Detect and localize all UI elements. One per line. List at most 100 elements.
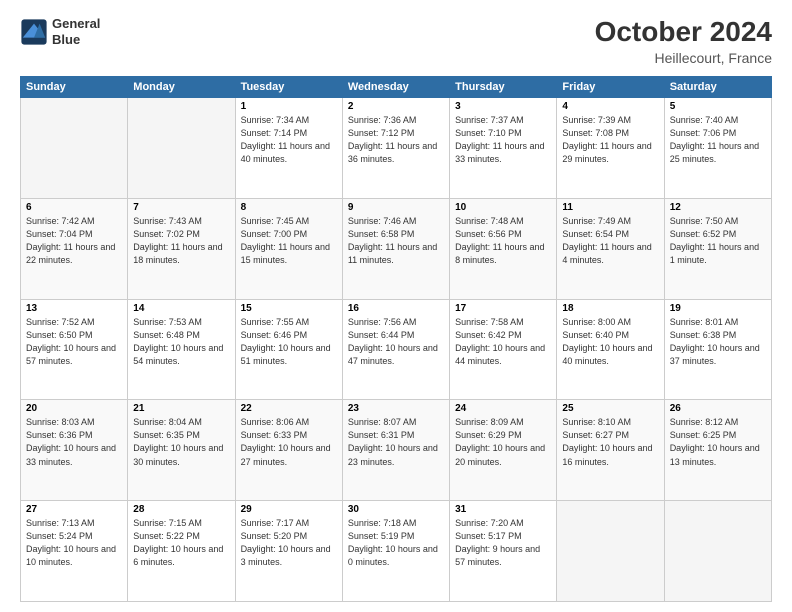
- week-row-1: 1 Sunrise: 7:34 AMSunset: 7:14 PMDaylight…: [21, 98, 772, 199]
- day-info: Sunrise: 8:00 AMSunset: 6:40 PMDaylight:…: [562, 316, 658, 368]
- logo-text: General Blue: [52, 16, 100, 47]
- day-info: Sunrise: 7:36 AMSunset: 7:12 PMDaylight:…: [348, 114, 444, 166]
- title-area: October 2024 Heillecourt, France: [595, 16, 772, 66]
- week-row-3: 13 Sunrise: 7:52 AMSunset: 6:50 PMDayligh…: [21, 299, 772, 400]
- day-info: Sunrise: 7:53 AMSunset: 6:48 PMDaylight:…: [133, 316, 229, 368]
- day-info: Sunrise: 7:34 AMSunset: 7:14 PMDaylight:…: [241, 114, 337, 166]
- day-cell: 5Sunrise: 7:40 AMSunset: 7:06 PMDaylight…: [664, 98, 771, 199]
- header-wednesday: Wednesday: [342, 77, 449, 98]
- logo-line1: General: [52, 16, 100, 32]
- day-info: Sunrise: 7:13 AMSunset: 5:24 PMDaylight:…: [26, 517, 122, 569]
- day-number: 15: [241, 303, 337, 314]
- header: General Blue October 2024 Heillecourt, F…: [20, 16, 772, 66]
- day-info: Sunrise: 7:45 AMSunset: 7:00 PMDaylight:…: [241, 215, 337, 267]
- day-info: Sunrise: 7:46 AMSunset: 6:58 PMDaylight:…: [348, 215, 444, 267]
- day-info: Sunrise: 8:01 AMSunset: 6:38 PMDaylight:…: [670, 316, 766, 368]
- day-number: 6: [26, 202, 122, 213]
- day-cell: 8Sunrise: 7:45 AMSunset: 7:00 PMDaylight…: [235, 198, 342, 299]
- day-cell: 9Sunrise: 7:46 AMSunset: 6:58 PMDaylight…: [342, 198, 449, 299]
- day-cell: 4 Sunrise: 7:39 AMSunset: 7:08 PMDaylight…: [557, 98, 664, 199]
- day-number: 5: [670, 101, 766, 112]
- day-cell: 1 Sunrise: 7:34 AMSunset: 7:14 PMDaylight…: [235, 98, 342, 199]
- week-row-2: 6Sunrise: 7:42 AMSunset: 7:04 PMDaylight…: [21, 198, 772, 299]
- day-info: Sunrise: 7:49 AMSunset: 6:54 PMDaylight:…: [562, 215, 658, 267]
- calendar-header-row: SundayMondayTuesdayWednesdayThursdayFrid…: [21, 77, 772, 98]
- day-cell: 13 Sunrise: 7:52 AMSunset: 6:50 PMDayligh…: [21, 299, 128, 400]
- header-sunday: Sunday: [21, 77, 128, 98]
- day-info: Sunrise: 7:50 AMSunset: 6:52 PMDaylight:…: [670, 215, 766, 267]
- day-cell: 24 Sunrise: 8:09 AMSunset: 6:29 PMDayligh…: [450, 400, 557, 501]
- day-info: Sunrise: 7:43 AMSunset: 7:02 PMDaylight:…: [133, 215, 229, 267]
- day-cell: 15 Sunrise: 7:55 AMSunset: 6:46 PMDayligh…: [235, 299, 342, 400]
- day-number: 31: [455, 504, 551, 515]
- day-cell: 16Sunrise: 7:56 AMSunset: 6:44 PMDayligh…: [342, 299, 449, 400]
- day-info: Sunrise: 7:20 AMSunset: 5:17 PMDaylight:…: [455, 517, 551, 569]
- day-info: Sunrise: 8:12 AMSunset: 6:25 PMDaylight:…: [670, 416, 766, 468]
- day-number: 21: [133, 403, 229, 414]
- day-number: 7: [133, 202, 229, 213]
- day-cell: 7 Sunrise: 7:43 AMSunset: 7:02 PMDaylight…: [128, 198, 235, 299]
- day-cell: 30Sunrise: 7:18 AMSunset: 5:19 PMDayligh…: [342, 501, 449, 602]
- day-number: 1: [241, 101, 337, 112]
- day-cell: 23 Sunrise: 8:07 AMSunset: 6:31 PMDayligh…: [342, 400, 449, 501]
- day-cell: [557, 501, 664, 602]
- day-info: Sunrise: 8:07 AMSunset: 6:31 PMDaylight:…: [348, 416, 444, 468]
- day-number: 11: [562, 202, 658, 213]
- day-info: Sunrise: 7:17 AMSunset: 5:20 PMDaylight:…: [241, 517, 337, 569]
- day-cell: 31 Sunrise: 7:20 AMSunset: 5:17 PMDayligh…: [450, 501, 557, 602]
- day-number: 25: [562, 403, 658, 414]
- day-number: 27: [26, 504, 122, 515]
- day-cell: 10 Sunrise: 7:48 AMSunset: 6:56 PMDayligh…: [450, 198, 557, 299]
- day-number: 10: [455, 202, 551, 213]
- day-cell: [664, 501, 771, 602]
- day-cell: 25 Sunrise: 8:10 AMSunset: 6:27 PMDayligh…: [557, 400, 664, 501]
- day-cell: 21Sunrise: 8:04 AMSunset: 6:35 PMDayligh…: [128, 400, 235, 501]
- day-info: Sunrise: 7:39 AMSunset: 7:08 PMDaylight:…: [562, 114, 658, 166]
- day-cell: 11 Sunrise: 7:49 AMSunset: 6:54 PMDayligh…: [557, 198, 664, 299]
- day-number: 18: [562, 303, 658, 314]
- day-cell: 27 Sunrise: 7:13 AMSunset: 5:24 PMDayligh…: [21, 501, 128, 602]
- day-cell: 26 Sunrise: 8:12 AMSunset: 6:25 PMDayligh…: [664, 400, 771, 501]
- day-cell: 12 Sunrise: 7:50 AMSunset: 6:52 PMDayligh…: [664, 198, 771, 299]
- header-thursday: Thursday: [450, 77, 557, 98]
- logo-icon: [20, 18, 48, 46]
- day-info: Sunrise: 7:37 AMSunset: 7:10 PMDaylight:…: [455, 114, 551, 166]
- day-cell: 3 Sunrise: 7:37 AMSunset: 7:10 PMDaylight…: [450, 98, 557, 199]
- header-saturday: Saturday: [664, 77, 771, 98]
- day-number: 30: [348, 504, 444, 515]
- day-number: 13: [26, 303, 122, 314]
- day-number: 20: [26, 403, 122, 414]
- day-cell: 6Sunrise: 7:42 AMSunset: 7:04 PMDaylight…: [21, 198, 128, 299]
- week-row-5: 27 Sunrise: 7:13 AMSunset: 5:24 PMDayligh…: [21, 501, 772, 602]
- day-info: Sunrise: 7:55 AMSunset: 6:46 PMDaylight:…: [241, 316, 337, 368]
- day-info: Sunrise: 7:48 AMSunset: 6:56 PMDaylight:…: [455, 215, 551, 267]
- calendar-table: SundayMondayTuesdayWednesdayThursdayFrid…: [20, 76, 772, 602]
- day-number: 12: [670, 202, 766, 213]
- day-cell: 29 Sunrise: 7:17 AMSunset: 5:20 PMDayligh…: [235, 501, 342, 602]
- day-cell: [21, 98, 128, 199]
- day-info: Sunrise: 8:09 AMSunset: 6:29 PMDaylight:…: [455, 416, 551, 468]
- day-number: 4: [562, 101, 658, 112]
- day-number: 29: [241, 504, 337, 515]
- day-info: Sunrise: 7:58 AMSunset: 6:42 PMDaylight:…: [455, 316, 551, 368]
- day-number: 24: [455, 403, 551, 414]
- day-info: Sunrise: 8:03 AMSunset: 6:36 PMDaylight:…: [26, 416, 122, 468]
- day-info: Sunrise: 7:52 AMSunset: 6:50 PMDaylight:…: [26, 316, 122, 368]
- day-number: 23: [348, 403, 444, 414]
- day-info: Sunrise: 8:06 AMSunset: 6:33 PMDaylight:…: [241, 416, 337, 468]
- day-info: Sunrise: 8:10 AMSunset: 6:27 PMDaylight:…: [562, 416, 658, 468]
- day-number: 3: [455, 101, 551, 112]
- logo-line2: Blue: [52, 32, 100, 48]
- day-info: Sunrise: 7:15 AMSunset: 5:22 PMDaylight:…: [133, 517, 229, 569]
- day-number: 22: [241, 403, 337, 414]
- week-row-4: 20 Sunrise: 8:03 AMSunset: 6:36 PMDayligh…: [21, 400, 772, 501]
- day-cell: [128, 98, 235, 199]
- day-number: 17: [455, 303, 551, 314]
- day-cell: 18 Sunrise: 8:00 AMSunset: 6:40 PMDayligh…: [557, 299, 664, 400]
- header-friday: Friday: [557, 77, 664, 98]
- header-tuesday: Tuesday: [235, 77, 342, 98]
- day-number: 14: [133, 303, 229, 314]
- day-cell: 20 Sunrise: 8:03 AMSunset: 6:36 PMDayligh…: [21, 400, 128, 501]
- day-number: 26: [670, 403, 766, 414]
- day-cell: 14 Sunrise: 7:53 AMSunset: 6:48 PMDayligh…: [128, 299, 235, 400]
